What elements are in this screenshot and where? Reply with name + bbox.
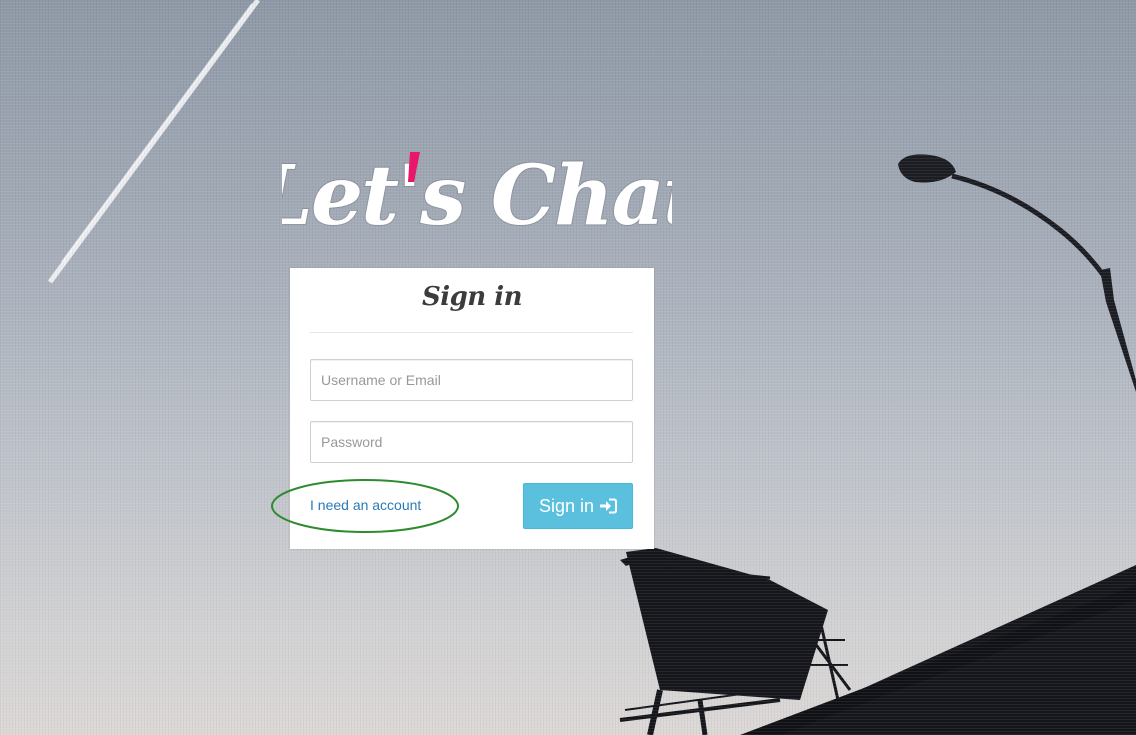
need-account-link[interactable]: I need an account — [310, 497, 421, 513]
title-divider — [310, 332, 633, 333]
street-lamp — [898, 154, 1136, 392]
signin-card: Sign in I need an account Sign in — [290, 268, 654, 549]
signin-title: Sign in — [421, 282, 523, 312]
contrail — [47, 0, 261, 284]
username-input[interactable] — [310, 359, 633, 401]
password-input[interactable] — [310, 421, 633, 463]
logo-text: Let's Chat — [282, 148, 672, 242]
sign-in-icon — [600, 498, 618, 514]
signin-button[interactable]: Sign in — [523, 483, 633, 529]
app-logo: Let's Chat — [282, 147, 672, 242]
signin-button-label: Sign in — [538, 495, 595, 516]
